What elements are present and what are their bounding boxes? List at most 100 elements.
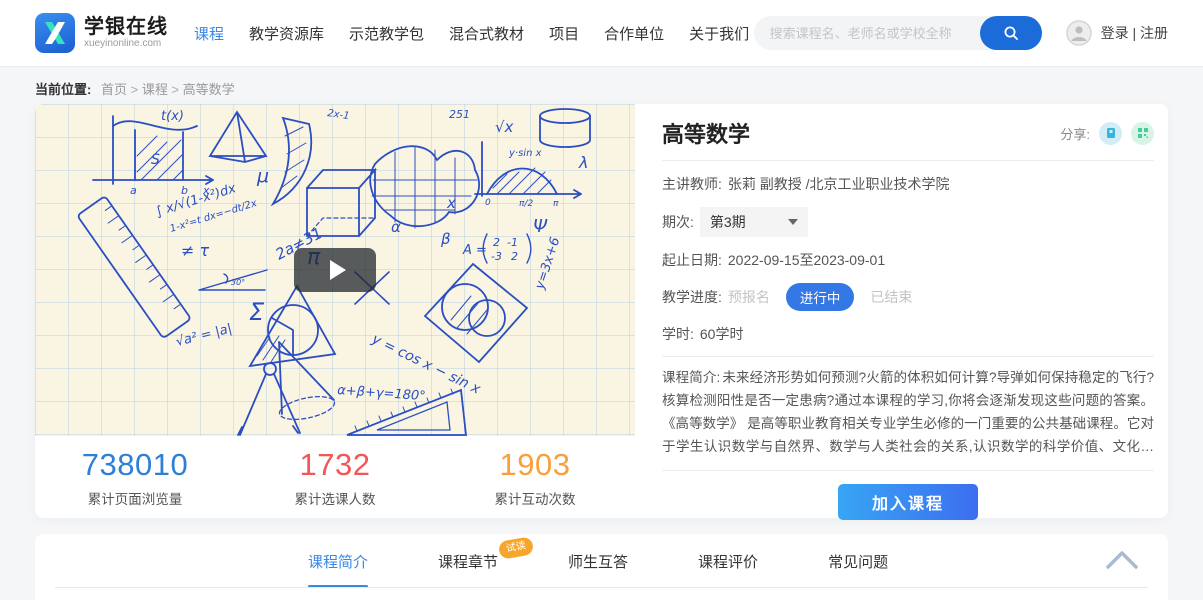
nav-item[interactable]: 混合式教材 bbox=[449, 23, 524, 44]
course-title: 高等数学 bbox=[662, 117, 750, 149]
site-name: 学银在线 bbox=[84, 16, 168, 38]
teacher-value: 张莉 副教授 /北京工业职业技术学院 bbox=[728, 174, 950, 194]
breadcrumb: 当前位置: 首页 > 课程 > 高等数学 bbox=[35, 79, 235, 98]
svg-text:x: x bbox=[446, 194, 456, 212]
trial-badge: 试读 bbox=[498, 536, 535, 560]
tab-label: 师生互答 bbox=[568, 551, 628, 572]
breadcrumb-item: 高等数学 bbox=[183, 82, 235, 97]
breadcrumb-item[interactable]: 课程 bbox=[142, 82, 168, 97]
course-tabs: 课程简介课程章节试读师生互答课程评价常见问题 bbox=[35, 534, 1168, 588]
breadcrumb-item[interactable]: 首页 bbox=[101, 82, 127, 97]
stat-value: 738010 bbox=[36, 447, 234, 483]
search-box bbox=[754, 16, 1042, 50]
stat-value: 1732 bbox=[236, 447, 434, 483]
svg-text:√x: √x bbox=[495, 118, 514, 136]
stat-item: 1732 累计选课人数 bbox=[236, 447, 434, 518]
term-select[interactable]: 第3期 bbox=[700, 207, 808, 237]
user-avatar bbox=[1066, 20, 1092, 46]
auth-area[interactable]: 登录 | 注册 bbox=[1066, 20, 1168, 46]
progress-state[interactable]: 进行中 bbox=[786, 283, 855, 311]
svg-text:0: 0 bbox=[485, 198, 491, 208]
teacher-label: 主讲教师: bbox=[662, 174, 722, 194]
person-circle-icon bbox=[1066, 20, 1092, 46]
nav-item[interactable]: 教学资源库 bbox=[249, 23, 324, 44]
share-label: 分享: bbox=[1060, 124, 1090, 143]
svg-text:y·sin x: y·sin x bbox=[508, 148, 542, 159]
svg-text:β: β bbox=[440, 230, 451, 248]
nav-item[interactable]: 示范教学包 bbox=[349, 23, 424, 44]
svg-text:t(x): t(x) bbox=[161, 109, 184, 124]
tab-label: 常见问题 bbox=[828, 551, 888, 572]
tab-item[interactable]: 课程评价 bbox=[698, 534, 758, 588]
stat-item: 1903累计互动次数 bbox=[436, 447, 634, 518]
hours-row: 学时: 60学时 bbox=[662, 324, 1154, 344]
svg-text:μ: μ bbox=[256, 165, 269, 187]
qr-code-icon[interactable] bbox=[1131, 122, 1154, 145]
tab-item[interactable]: 课程简介 bbox=[308, 534, 368, 588]
progress-label: 教学进度: bbox=[662, 287, 722, 307]
tab-item[interactable]: 师生互答 bbox=[568, 534, 628, 588]
site-domain: xueyinonline.com bbox=[84, 38, 168, 50]
main-nav: 课程 教学资源库 示范教学包 混合式教材 项目 合作单位 关于我们 bbox=[194, 23, 749, 44]
course-intro: 课程简介:未来经济形势如何预测?火箭的体积如何计算?导弹如何保持稳定的飞行?核算… bbox=[662, 366, 1154, 458]
stats-row: 738010 累计页面浏览量1732 累计选课人数1903累计互动次数 bbox=[35, 436, 635, 518]
term-row: 期次: 第3期 bbox=[662, 207, 1154, 237]
join-course-button[interactable]: 加入课程 bbox=[838, 484, 978, 520]
course-card: t(x) S a b x μ ∫ x/√(1-x²)dx 1-x²=t dx=−… bbox=[35, 104, 1168, 518]
tab-label: 课程简介 bbox=[308, 551, 368, 572]
breadcrumb-trail: 首页 > 课程 > 高等数学 bbox=[101, 82, 235, 97]
search-input[interactable] bbox=[754, 16, 976, 50]
search-button[interactable] bbox=[980, 16, 1042, 50]
progress-state[interactable]: 已结束 bbox=[870, 287, 912, 307]
term-value: 第3期 bbox=[710, 212, 746, 232]
back-to-top-button[interactable] bbox=[1104, 547, 1140, 576]
logo-mark-icon bbox=[35, 13, 75, 53]
nav-item[interactable]: 课程 bbox=[194, 23, 224, 44]
intro-text: 未来经济形势如何预测?火箭的体积如何计算?导弹如何保持稳定的飞行?核算检测阳性是… bbox=[662, 370, 1154, 458]
stat-label: 累计页面浏览量 bbox=[36, 488, 234, 508]
nav-item[interactable]: 关于我们 bbox=[689, 23, 749, 44]
stat-label: 累计选课人数 bbox=[236, 488, 434, 508]
chevron-up-icon bbox=[1104, 547, 1140, 571]
svg-text:Ψ: Ψ bbox=[533, 216, 548, 237]
breadcrumb-separator: > bbox=[127, 82, 142, 97]
svg-text:251: 251 bbox=[449, 108, 470, 121]
tab-item[interactable]: 常见问题 bbox=[828, 534, 888, 588]
site-logo[interactable]: 学银在线 xueyinonline.com bbox=[35, 13, 168, 53]
svg-text:a: a bbox=[130, 184, 137, 197]
stat-value: 1903 bbox=[436, 447, 634, 483]
stat-item: 738010 累计页面浏览量 bbox=[36, 447, 234, 518]
term-label: 期次: bbox=[662, 212, 694, 232]
divider bbox=[662, 160, 1154, 161]
divider bbox=[662, 356, 1154, 357]
svg-text:2: 2 bbox=[493, 236, 500, 249]
hours-label: 学时: bbox=[662, 324, 694, 344]
svg-text:30°: 30° bbox=[231, 278, 245, 287]
svg-text:-1: -1 bbox=[507, 236, 518, 249]
logo-x-icon bbox=[42, 20, 68, 46]
tab-item[interactable]: 课程章节试读 bbox=[438, 534, 498, 588]
tab-label: 课程章节 bbox=[438, 551, 498, 572]
svg-text:≠ τ: ≠ τ bbox=[181, 241, 209, 260]
doc-share-icon[interactable] bbox=[1099, 122, 1122, 145]
progress-state[interactable]: 预报名 bbox=[728, 287, 770, 307]
tabs-divider bbox=[55, 587, 1148, 588]
svg-text:π/2: π/2 bbox=[519, 199, 533, 209]
logo-text: 学银在线 xueyinonline.com bbox=[84, 16, 168, 50]
share-area: 分享: bbox=[1060, 122, 1154, 145]
course-info-panel: 高等数学 分享: 主讲 bbox=[662, 118, 1154, 520]
play-triangle-icon bbox=[330, 260, 346, 280]
intro-label: 课程简介: bbox=[662, 370, 720, 385]
caret-down-icon bbox=[788, 219, 798, 225]
svg-text:α: α bbox=[391, 218, 401, 236]
login-register-link[interactable]: 登录 | 注册 bbox=[1101, 23, 1168, 43]
progress-row: 教学进度: 预报名进行中已结束 bbox=[662, 283, 1154, 311]
top-header: 学银在线 xueyinonline.com 课程 教学资源库 示范教学包 混合式教材 项… bbox=[0, 0, 1203, 67]
hours-value: 60学时 bbox=[700, 324, 744, 344]
breadcrumb-separator: > bbox=[168, 82, 183, 97]
play-button[interactable] bbox=[294, 248, 376, 292]
course-tabs-card: 课程简介课程章节试读师生互答课程评价常见问题 bbox=[35, 534, 1168, 600]
nav-item[interactable]: 合作单位 bbox=[604, 23, 664, 44]
course-video-player[interactable]: t(x) S a b x μ ∫ x/√(1-x²)dx 1-x²=t dx=−… bbox=[35, 104, 635, 436]
nav-item[interactable]: 项目 bbox=[549, 23, 579, 44]
